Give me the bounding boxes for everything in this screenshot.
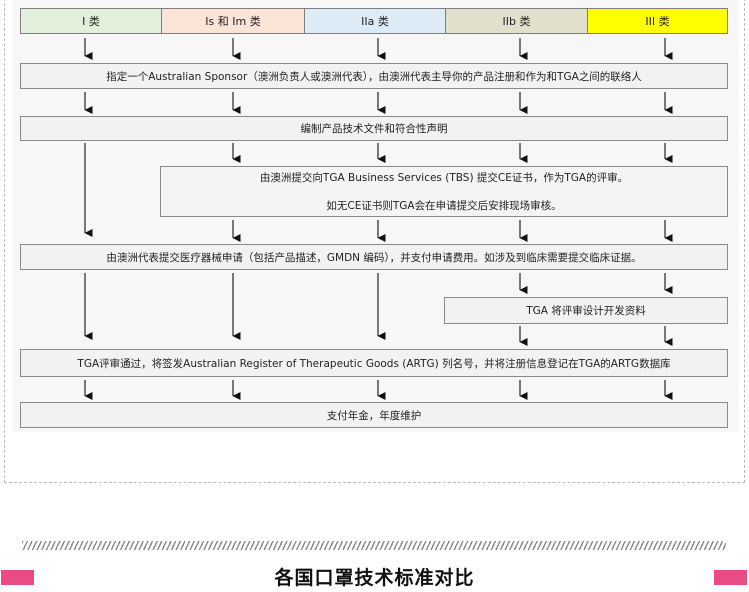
section-title: 各国口罩技术标准对比 bbox=[274, 567, 475, 589]
page: I 类 Is 和 Im 类 IIa 类 IIb 类 III 类 指定一个Aust… bbox=[0, 0, 749, 592]
flow-arrows bbox=[84, 38, 673, 400]
hatched-divider bbox=[22, 541, 726, 550]
